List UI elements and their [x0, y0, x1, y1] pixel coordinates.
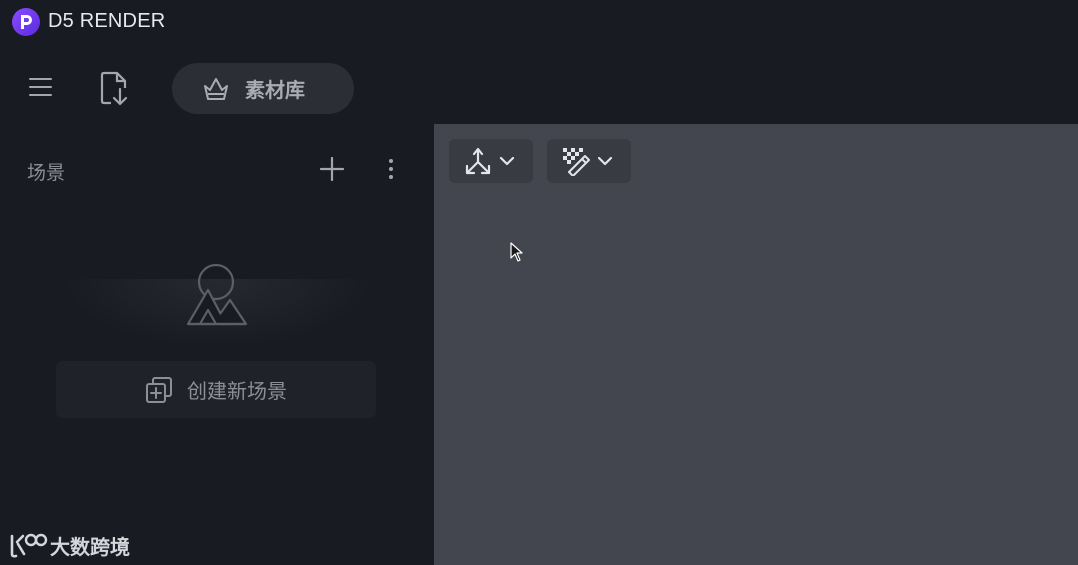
scene-sidebar: 场景 创建新场景 大数跨境 — [0, 124, 434, 565]
more-vertical-icon[interactable] — [386, 158, 396, 180]
viewport-canvas[interactable] — [434, 124, 1078, 565]
hamburger-menu-icon[interactable] — [28, 76, 54, 98]
mouse-pointer-icon — [510, 242, 523, 262]
watermark: 大数跨境 — [8, 528, 130, 562]
watermark-logo-icon — [10, 533, 48, 558]
create-scene-button[interactable]: 创建新场景 — [56, 361, 376, 418]
main-toolbar: 素材库 — [0, 52, 1078, 122]
asset-library-button[interactable]: 素材库 — [172, 63, 354, 114]
d5-logo-icon — [12, 8, 40, 36]
title-bar: D5 RENDER — [0, 0, 1078, 44]
magic-tool-dropdown-button[interactable] — [547, 139, 631, 183]
asset-library-icon — [204, 77, 228, 100]
transform-dropdown-button[interactable] — [449, 139, 533, 183]
create-scene-label: 创建新场景 — [187, 379, 287, 403]
app-title: D5 RENDER — [48, 10, 166, 32]
checkered-magic-wand-icon — [563, 148, 590, 176]
add-copy-icon — [146, 376, 172, 403]
plus-icon[interactable] — [319, 156, 345, 182]
asset-library-label: 素材库 — [245, 78, 305, 102]
transform-axes-icon — [465, 147, 491, 175]
mountain-sun-icon — [186, 263, 248, 326]
watermark-text: 大数跨境 — [50, 534, 130, 559]
chevron-down-icon — [597, 156, 613, 166]
chevron-down-icon — [499, 156, 515, 166]
file-import-icon[interactable] — [99, 71, 131, 107]
scene-panel-title: 场景 — [27, 162, 66, 184]
